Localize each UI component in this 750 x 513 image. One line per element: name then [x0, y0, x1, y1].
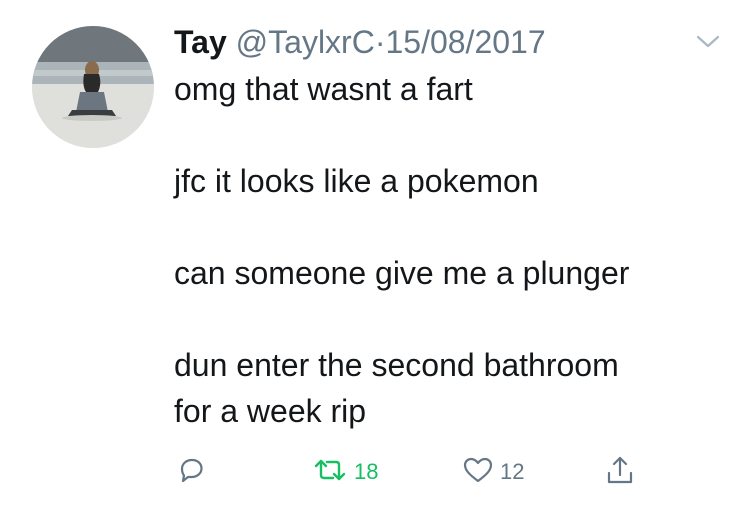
- tweet: Tay @TaylxrC·15/08/2017 omg that wasnt a…: [0, 0, 750, 513]
- tweet-text: omg that wasnt a fart jfc it looks like …: [174, 66, 734, 434]
- share-button[interactable]: [604, 452, 636, 492]
- tweet-line: omg that wasnt a fart: [174, 71, 473, 107]
- like-count: 12: [500, 459, 525, 484]
- avatar-photo: [32, 26, 154, 148]
- separator-dot: ·: [374, 24, 386, 60]
- author-name[interactable]: Tay: [174, 24, 227, 60]
- retweet-icon: [312, 455, 348, 490]
- share-icon: [604, 454, 636, 491]
- tweet-line: can someone give me a plunger: [174, 255, 630, 291]
- chevron-down-icon[interactable]: [694, 30, 722, 54]
- tweet-line: jfc it looks like a pokemon: [174, 163, 539, 199]
- tweet-date[interactable]: 15/08/2017: [385, 24, 545, 60]
- tweet-header: Tay @TaylxrC·15/08/2017: [174, 22, 546, 62]
- avatar[interactable]: [32, 26, 154, 148]
- like-button[interactable]: 12: [462, 452, 524, 492]
- author-handle[interactable]: @TaylxrC: [236, 24, 375, 60]
- retweet-count: 18: [354, 459, 379, 484]
- tweet-line: dun enter the second bathroom for a week…: [174, 347, 619, 429]
- heart-icon: [462, 455, 494, 490]
- reply-icon: [176, 455, 206, 490]
- retweet-button[interactable]: 18: [312, 452, 378, 492]
- reply-button[interactable]: [176, 452, 206, 492]
